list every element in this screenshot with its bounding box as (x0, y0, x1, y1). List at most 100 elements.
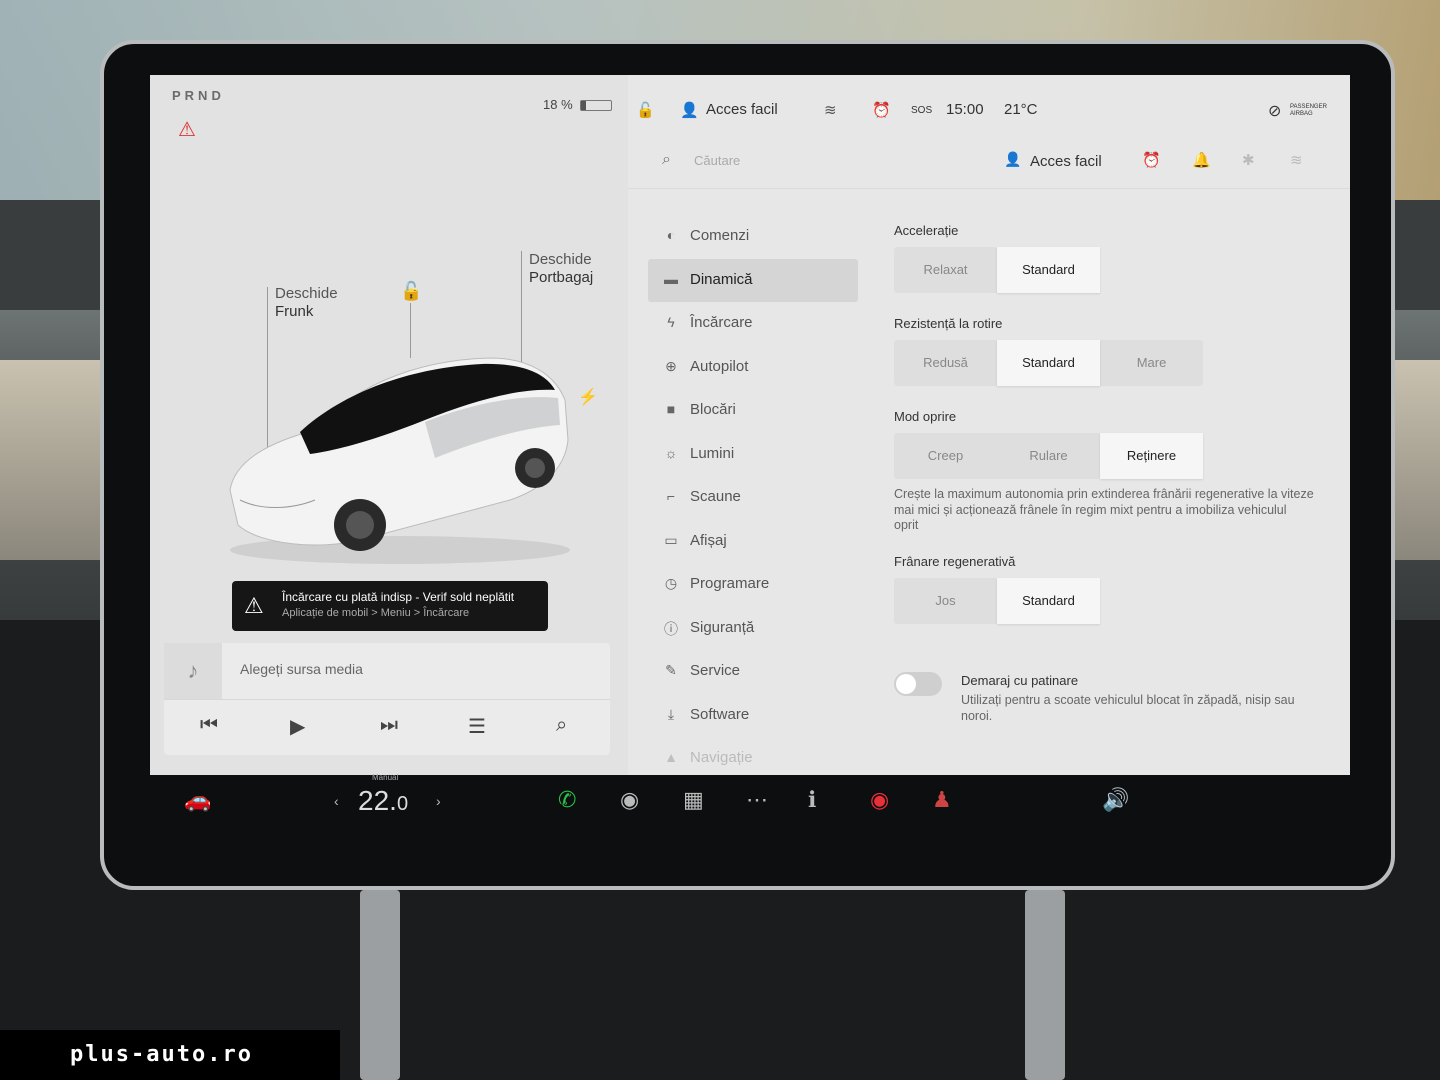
temp-down-icon[interactable]: ‹ (334, 793, 339, 809)
charge-port-icon[interactable]: ⚡ (578, 387, 598, 407)
wifi-settings-icon[interactable]: ≋ (1290, 151, 1303, 169)
previous-track-icon[interactable]: ⏮ (200, 714, 218, 737)
menu-item-service[interactable]: ✎ Service (648, 650, 858, 694)
menu-item-comenzi[interactable]: ◐ Comenzi (648, 215, 858, 259)
menu-item-blocari[interactable]: ■ Blocări (648, 389, 858, 433)
calendar-icon[interactable]: ▦ (683, 787, 704, 813)
music-note-icon: ♪ (164, 643, 222, 699)
info-icon: ⓘ (664, 620, 678, 637)
toggle-icon: ◐ (666, 227, 676, 243)
settings-panel: 🔓 👤 Acces facil ≋ ⏰ SOS 15:00 21°C ⊘ PAS… (628, 75, 1350, 775)
bottom-dock: 🚗 ‹ Manual 22.0 › ✆ ◉ ▦ ⋯ ℹ ◉ ♟ 🔊 (150, 773, 1350, 835)
status-bar: 🔓 👤 Acces facil ≋ ⏰ SOS 15:00 21°C ⊘ PAS… (628, 93, 1350, 127)
more-apps-icon[interactable]: ⋯ (746, 787, 768, 813)
regen-option-standard[interactable]: Standard (997, 578, 1100, 624)
sun-icon: ☼ (664, 444, 678, 461)
temp-up-icon[interactable]: › (436, 793, 441, 809)
menu-item-programare[interactable]: ◷ Programare (648, 563, 858, 607)
steering-icon: ⊕ (665, 357, 677, 374)
screen-stand-right (1025, 890, 1065, 1080)
battery-percent: 18 % (543, 97, 573, 112)
climate-mode: Manual (372, 773, 399, 782)
camera-icon[interactable]: ◉ (620, 787, 639, 813)
menu-item-autopilot[interactable]: ⊕ Autopilot (648, 346, 858, 390)
acceleration-selector: Relaxat Standard (894, 247, 1100, 293)
stop-mode-title: Mod oprire (894, 409, 957, 424)
notification-bell-icon[interactable]: 🔔 (1192, 151, 1211, 169)
menu-item-siguranta[interactable]: ⓘ Siguranță (648, 607, 858, 651)
charging-alert[interactable]: ⚠ Încărcare cu plată indisp - Verif sold… (232, 581, 548, 631)
navigation-icon: ▲ (664, 749, 678, 765)
menu-item-lumini[interactable]: ☼ Lumini (648, 433, 858, 477)
regen-braking-selector: Jos Standard (894, 578, 1100, 624)
menu-item-dinamica[interactable]: ▬ Dinamică (648, 258, 858, 302)
phone-icon[interactable]: ✆ (558, 787, 576, 813)
rolling-option-mare[interactable]: Mare (1100, 340, 1203, 386)
search-icon[interactable]: ⌕ (662, 151, 671, 169)
rolling-resistance-title: Rezistență la rotire (894, 316, 1003, 331)
wifi-icon: ≋ (824, 102, 837, 119)
stop-mode-description: Crește la maximum autonomia prin extinde… (894, 487, 1314, 532)
outside-temperature: 21°C (1004, 101, 1038, 118)
seat-icon: ⌐ (666, 488, 676, 504)
trunk-pointer-line (521, 251, 522, 366)
youtube-music-icon[interactable]: ◉ (870, 787, 889, 813)
alert-subtitle: Aplicație de mobil > Meniu > Încărcare (282, 607, 470, 619)
stop-mode-option-retinere[interactable]: Reținere (1100, 433, 1203, 479)
alarm-icon: ⏰ (872, 102, 891, 119)
clock-time: 15:00 (946, 101, 984, 118)
status-profile-name[interactable]: Acces facil (706, 101, 778, 118)
profile-button[interactable]: Acces facil (1030, 153, 1102, 170)
lock-status-icon[interactable]: 🔓 (636, 101, 655, 119)
car-controls-icon[interactable]: 🚗 (184, 787, 211, 813)
alarm-clock-icon[interactable]: ⏰ (1142, 151, 1161, 169)
warning-icon: ⚠ (244, 593, 264, 618)
cabin-temperature[interactable]: 22.0 (358, 785, 408, 817)
airbag-icon: ⊘ (1268, 103, 1282, 120)
menu-item-incarcare[interactable]: ϟ Încărcare (648, 302, 858, 346)
menu-item-scaune[interactable]: ⌐ Scaune (648, 476, 858, 520)
regen-option-jos[interactable]: Jos (894, 578, 997, 624)
open-trunk-button[interactable]: Deschide Portbagaj (529, 251, 593, 287)
stop-mode-option-rulare[interactable]: Rulare (997, 433, 1100, 479)
media-source-button[interactable]: Alegeți sursa media (240, 661, 363, 677)
lock-icon: ■ (666, 401, 676, 417)
rolling-resistance-selector: Redusă Standard Mare (894, 340, 1203, 386)
equalizer-icon[interactable]: ☰ (468, 714, 486, 739)
rolling-option-standard[interactable]: Standard (997, 340, 1100, 386)
volume-icon[interactable]: 🔊 (1102, 787, 1129, 813)
car-image (220, 350, 580, 570)
menu-item-software[interactable]: ⤓ Software (648, 694, 858, 738)
alert-title: Încărcare cu plată indisp - Verif sold n… (282, 590, 515, 604)
open-frunk-label-1: Deschide (275, 285, 338, 302)
gear-indicator: PRND (172, 88, 225, 103)
joystick-icon[interactable]: ♟ (932, 787, 952, 813)
slip-start-title: Demaraj cu patinare (961, 673, 1079, 688)
touchscreen: PRND ⚠ 18 % Deschide Frunk Deschide Port… (150, 75, 1350, 775)
car-icon: ▬ (664, 270, 678, 287)
stop-mode-option-creep[interactable]: Creep (894, 433, 997, 479)
menu-item-navigatie[interactable]: ▲ Navigație (648, 737, 858, 775)
download-icon: ⤓ (667, 705, 675, 722)
open-trunk-label-2: Portbagaj (529, 269, 594, 286)
manual-icon[interactable]: ℹ (808, 787, 816, 813)
acceleration-option-standard[interactable]: Standard (997, 247, 1100, 293)
search-input[interactable]: Căutare (694, 153, 740, 168)
bluetooth-icon[interactable]: ✱ (1242, 151, 1255, 169)
display-icon: ▭ (664, 531, 678, 548)
airbag-label: PASSENGER AIRBAG (1290, 104, 1327, 117)
next-track-icon[interactable]: ⏭ (380, 714, 398, 737)
menu-item-afisaj[interactable]: ▭ Afișaj (648, 520, 858, 564)
unlock-icon[interactable]: 🔓 (400, 281, 422, 302)
play-icon[interactable]: ▶ (290, 714, 305, 739)
slip-start-toggle[interactable] (894, 672, 942, 696)
screen-stand-left (360, 890, 400, 1080)
temp-integer: 22. (358, 785, 397, 816)
settings-menu: ◐ Comenzi ▬ Dinamică ϟ Încărcare ⊕ Autopilot… (648, 215, 858, 775)
media-search-icon[interactable]: ⌕ (556, 714, 567, 737)
profile-icon: 👤 (680, 102, 699, 119)
sos-icon[interactable]: SOS (911, 105, 932, 116)
acceleration-option-relaxat[interactable]: Relaxat (894, 247, 997, 293)
rolling-option-redusa[interactable]: Redusă (894, 340, 997, 386)
open-frunk-button[interactable]: Deschide Frunk (275, 285, 338, 321)
